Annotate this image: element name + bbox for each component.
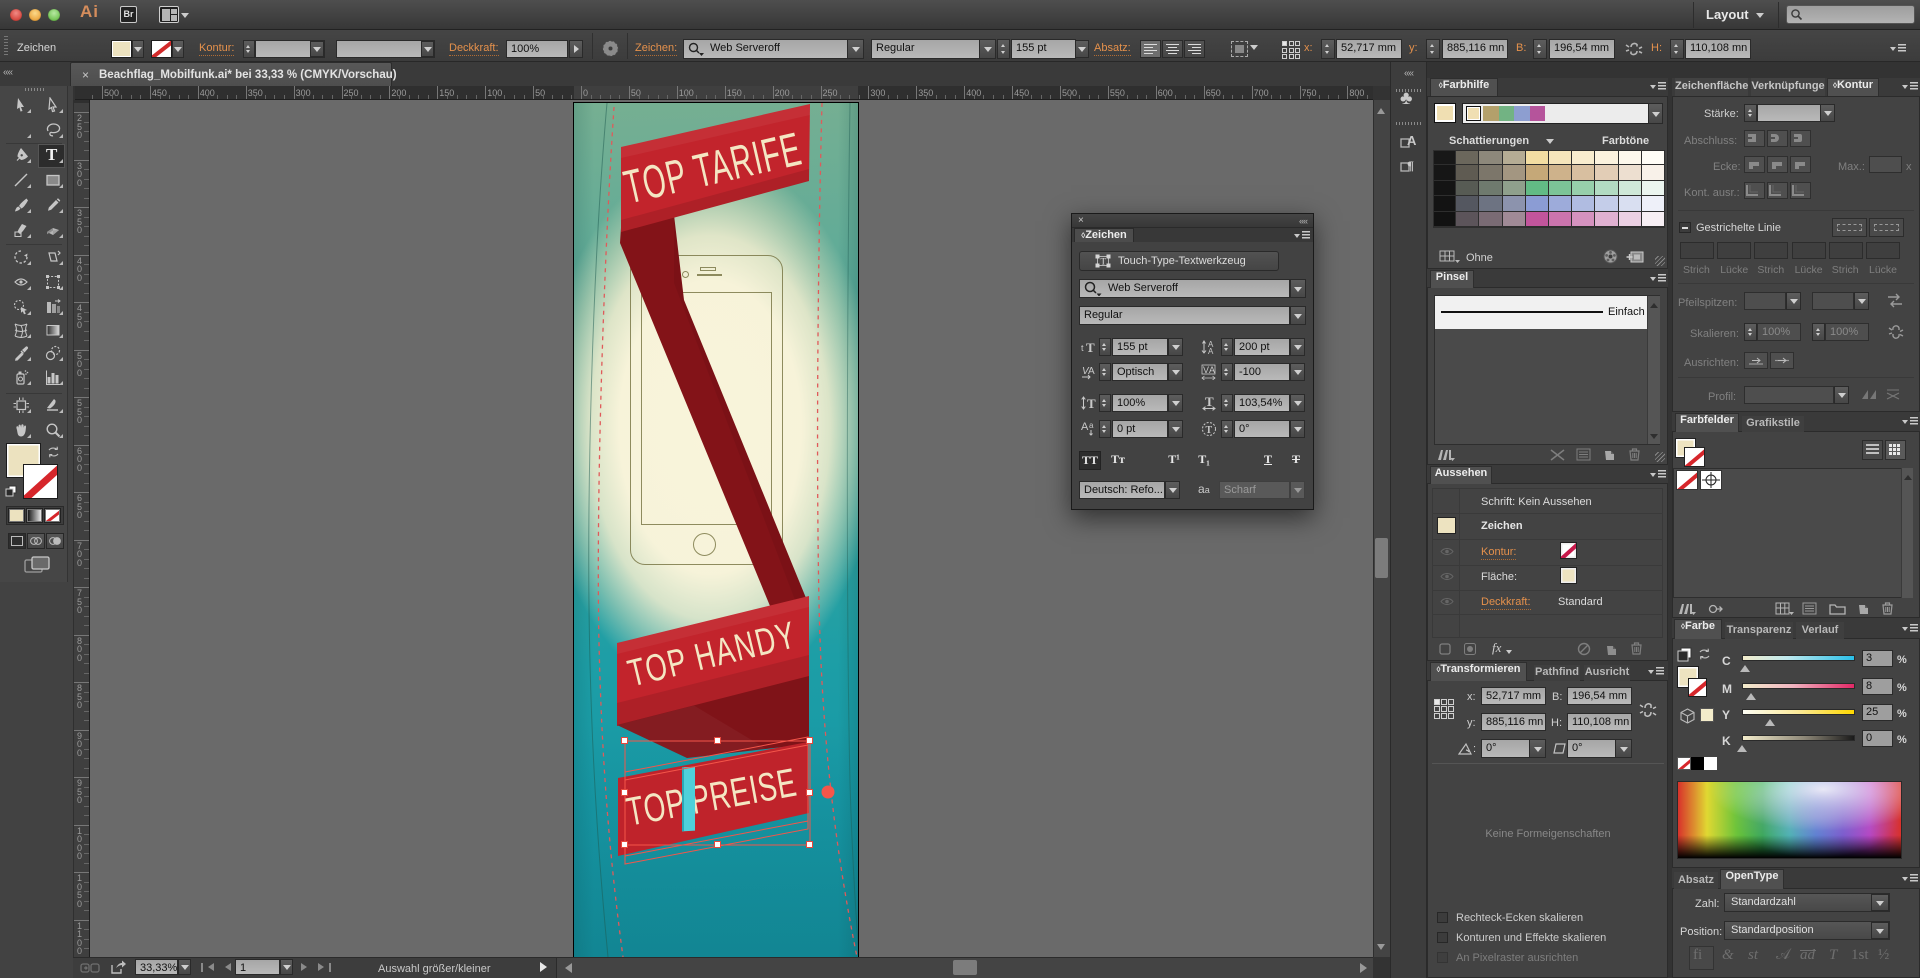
svg-text:A: A: [1208, 347, 1214, 355]
svg-text:T: T: [1087, 396, 1096, 411]
svg-text:T: T: [1205, 395, 1214, 409]
svg-text:T: T: [1101, 257, 1107, 267]
svg-text:a: a: [1089, 421, 1094, 430]
svg-text:A: A: [1209, 365, 1215, 375]
svg-text:A: A: [1407, 133, 1417, 148]
svg-text:T: T: [1086, 340, 1095, 355]
svg-text:A: A: [1081, 421, 1089, 433]
svg-text:T: T: [1206, 425, 1213, 436]
svg-text:¶: ¶: [1407, 158, 1414, 173]
svg-text:t: t: [1081, 343, 1084, 353]
